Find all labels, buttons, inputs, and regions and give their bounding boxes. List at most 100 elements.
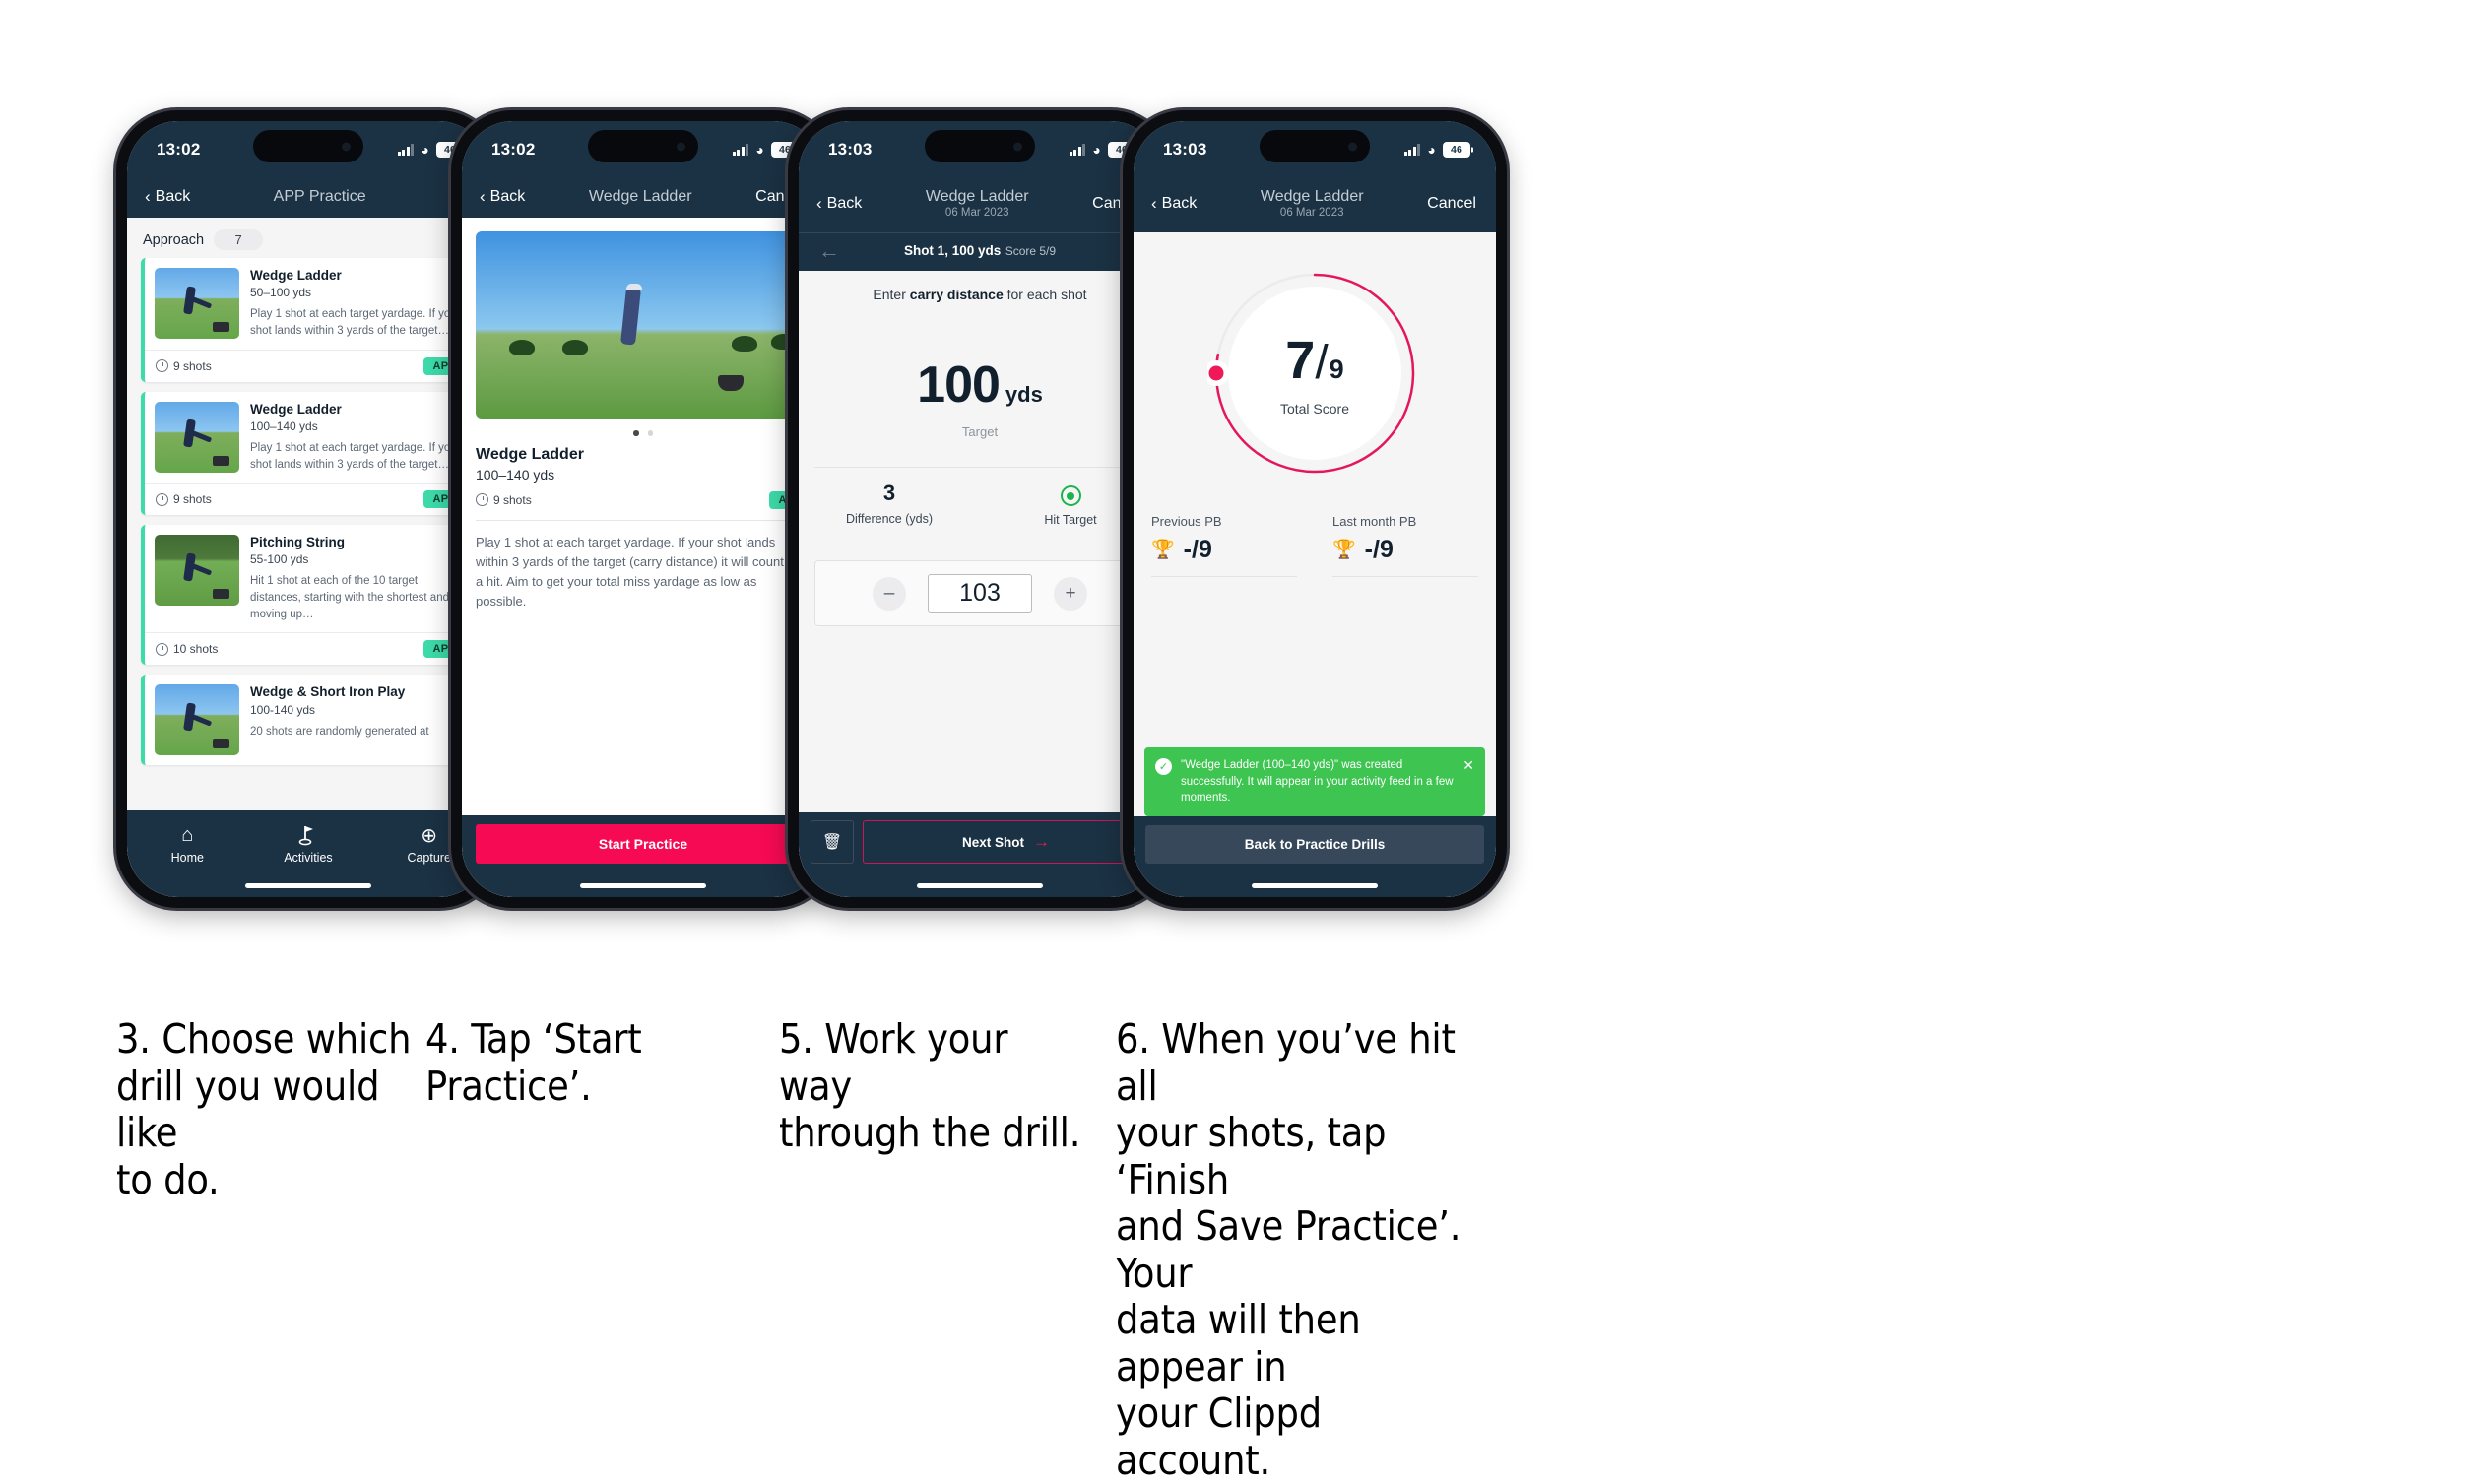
score-value: 7 [1285, 330, 1315, 390]
cellular-signal-icon [397, 144, 415, 156]
shot-count: 9 shots [156, 359, 212, 373]
spacer [462, 612, 824, 815]
drill-card-header: Wedge & Short Iron Play ☆ [250, 684, 465, 700]
dynamic-island [253, 130, 363, 162]
status-bar: 13:03 ◕ 46 [799, 121, 1161, 178]
last-month-pb-value: -/9 [1364, 535, 1394, 563]
close-icon[interactable]: ✕ [1462, 757, 1474, 774]
drill-card-footer: 9 shots APP [145, 349, 476, 382]
page-title: Wedge Ladder [588, 188, 692, 205]
category-row: Approach 7 [127, 218, 489, 258]
nav-bar: ‹ Back APP Practice [127, 178, 489, 219]
increment-button[interactable]: + [1054, 576, 1087, 611]
decrement-button[interactable]: – [873, 576, 906, 611]
tab-bar[interactable]: ⌂ Home Activities ⊕ Capture [127, 810, 489, 897]
tab-home-label: Home [170, 851, 204, 865]
drill-yardage: 55-100 yds [250, 552, 309, 567]
category-count-chip: 7 [214, 229, 264, 251]
drill-title: Wedge Ladder [250, 401, 342, 417]
back-label: Back [155, 187, 191, 205]
carousel-dots[interactable] [462, 419, 824, 446]
previous-pb-value-row: 🏆 -/9 [1151, 536, 1297, 564]
cancel-button[interactable]: Cancel [1427, 195, 1476, 213]
drill-title: Pitching String [250, 535, 345, 550]
chevron-left-icon: ‹ [145, 187, 151, 207]
dynamic-island [925, 130, 1035, 162]
start-practice-button[interactable]: Start Practice [476, 824, 811, 864]
check-icon: ✓ [1155, 757, 1172, 775]
phone-drill-detail: 13:02 ◕ 46 ‹ Back Wedge Ladder Cancel We… [451, 110, 835, 908]
stat-previous-pb: Previous PB 🏆 -/9 [1134, 514, 1315, 577]
carousel-dot-active[interactable] [633, 430, 639, 436]
tab-activities-label: Activities [284, 851, 333, 865]
battery-icon: 46 [1443, 142, 1470, 158]
phone-summary: 13:03 ◕ 46 ‹ Back Wedge Ladder 06 Mar 20… [1123, 110, 1507, 908]
back-button[interactable]: ‹ Back [480, 188, 525, 206]
tab-home[interactable]: ⌂ Home [127, 822, 248, 866]
drill-thumbnail [155, 401, 239, 473]
divider [1332, 575, 1478, 577]
drill-card-header: Pitching String ☆ [250, 535, 465, 550]
score-ring-text: 7/9 Total Score [1207, 266, 1422, 481]
clock-icon [156, 642, 168, 656]
chevron-left-icon: ‹ [1151, 194, 1157, 214]
cta-footer: Start Practice [462, 815, 824, 864]
entry-hint: Enter carry distance for each shot [799, 271, 1161, 302]
tab-activities[interactable]: Activities [248, 822, 369, 865]
drill-detail-body: Wedge Ladder ☆ 100–140 yds 9 shots APP P… [462, 218, 824, 897]
hero-carousel[interactable] [462, 218, 824, 419]
home-indicator-area [799, 864, 1161, 897]
drill-list[interactable]: Approach 7 Wedge Ladder ☆ 50–100 yds Pla… [127, 218, 489, 897]
entry-hint-bold: carry distance [909, 286, 1004, 302]
drill-card[interactable]: Wedge & Short Iron Play ☆ 100-140 yds 20… [141, 675, 476, 766]
summary-body: 7/9 Total Score Previous PB 🏆 -/9 Last m… [1134, 231, 1496, 897]
drill-yardage: 100–140 yds [250, 419, 318, 433]
shot-count-label: 9 shots [493, 492, 532, 507]
summary-footer: Back to Practice Drills [1134, 816, 1496, 864]
back-button[interactable]: ‹ Back [816, 195, 862, 213]
home-indicator-area [462, 864, 824, 897]
carousel-dot[interactable] [647, 430, 653, 436]
drill-thumbnail [155, 268, 239, 340]
previous-pb-label: Previous PB [1151, 513, 1222, 529]
success-toast: ✓ "Wedge Ladder (100–140 yds)" was creat… [1144, 746, 1485, 816]
drill-meta: 9 shots APP [476, 490, 811, 509]
previous-shot-arrow-icon[interactable]: ← [818, 239, 840, 262]
trophy-icon: 🏆 [1332, 540, 1356, 561]
trash-icon[interactable]: 🗑 [811, 820, 854, 864]
nav-bar: ‹ Back Wedge Ladder 06 Mar 2023 Cancel [1134, 178, 1496, 232]
drill-card[interactable]: Wedge Ladder ☆ 100–140 yds Play 1 shot a… [141, 391, 476, 516]
target-label: Target [961, 423, 999, 439]
status-bar: 13:02 ◕ 46 [127, 121, 489, 178]
status-indicators: ◕ 46 [732, 142, 799, 158]
drill-title: Wedge Ladder [250, 268, 342, 284]
phone-shot-entry: 13:03 ◕ 46 ‹ Back Wedge Ladder 06 Mar 20… [788, 110, 1172, 908]
drill-card-top: Pitching String ☆ 55-100 yds Hit 1 shot … [145, 525, 476, 632]
drill-card[interactable]: Wedge Ladder ☆ 50–100 yds Play 1 shot at… [141, 258, 476, 382]
shot-pager-labels: Shot 1, 100 yds Score 5/9 [904, 241, 1056, 261]
divider [476, 519, 811, 521]
back-button[interactable]: ‹ Back [1151, 195, 1197, 213]
shot-count-label: 9 shots [173, 492, 212, 507]
carry-distance-stepper[interactable]: – 103 + [814, 560, 1145, 627]
previous-pb-value: -/9 [1183, 535, 1212, 563]
score-total: 9 [1329, 354, 1344, 384]
drill-card-top: Wedge Ladder ☆ 100–140 yds Play 1 shot a… [145, 392, 476, 484]
last-month-pb-value-row: 🏆 -/9 [1332, 536, 1478, 564]
status-time: 13:02 [157, 140, 201, 159]
back-button[interactable]: ‹ Back [145, 188, 190, 206]
cellular-signal-icon [1069, 144, 1086, 156]
next-shot-button[interactable]: Next Shot → [863, 820, 1149, 864]
back-to-practice-drills-button[interactable]: Back to Practice Drills [1145, 825, 1484, 864]
page-title: Wedge Ladder 06 Mar 2023 [1261, 187, 1364, 221]
status-time: 13:03 [828, 140, 873, 159]
drill-card-header: Wedge Ladder ☆ [250, 268, 465, 284]
drill-card[interactable]: Pitching String ☆ 55-100 yds Hit 1 shot … [141, 525, 476, 666]
target-value: 100 [917, 355, 1001, 414]
screen-drill-detail: 13:02 ◕ 46 ‹ Back Wedge Ladder Cancel We… [462, 121, 824, 897]
drill-card-footer: 10 shots APP [145, 632, 476, 665]
carry-distance-input[interactable]: 103 [928, 574, 1032, 613]
drill-card-header: Wedge Ladder ☆ [250, 402, 465, 418]
caption-step-3: 3. Choose which drill you would like to … [116, 1015, 412, 1203]
drill-title-row: Wedge Ladder ☆ [476, 446, 811, 464]
